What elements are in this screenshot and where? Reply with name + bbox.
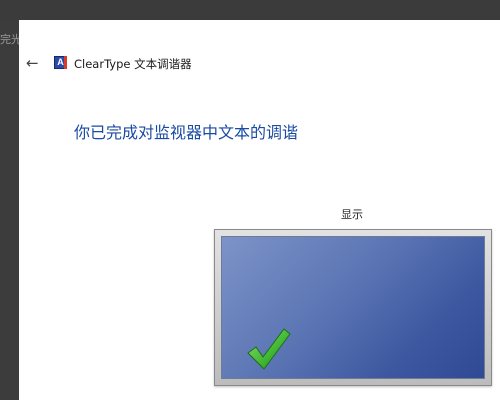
window-title: ClearType 文本调谐器 [74, 57, 192, 71]
monitor-frame [214, 229, 492, 386]
back-arrow-icon[interactable]: ← [26, 55, 42, 71]
background-window-edge [0, 22, 19, 400]
app-icon-letter: A [57, 57, 64, 67]
monitor-screen [221, 236, 485, 379]
cleartype-window: ← A ClearType 文本调谐器 你已完成对监视器中文本的调谐 显示 [19, 20, 500, 400]
window-header: ← A ClearType 文本调谐器 [19, 53, 500, 75]
page-heading: 你已完成对监视器中文本的调谐 [74, 123, 299, 142]
display-label: 显示 [341, 208, 363, 221]
cleartype-icon: A [54, 56, 67, 69]
background-taskbar [0, 0, 500, 22]
checkmark-icon [247, 328, 291, 370]
